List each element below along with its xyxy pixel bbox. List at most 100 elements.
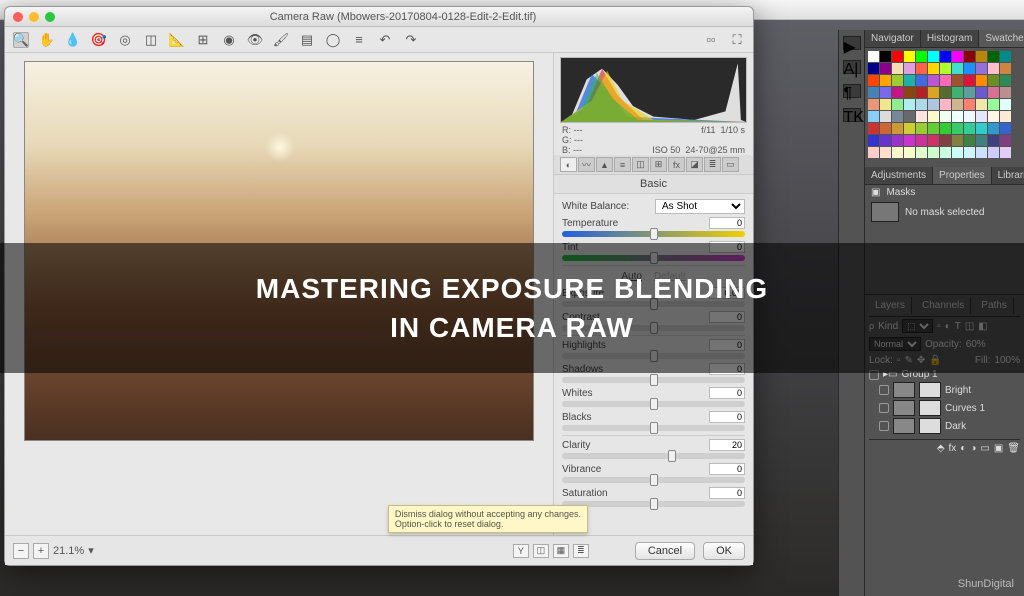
swatch[interactable] <box>1000 99 1011 110</box>
hand-tool-icon[interactable]: ✋ <box>39 32 55 48</box>
swatch[interactable] <box>940 111 951 122</box>
temperature-slider[interactable] <box>562 231 745 237</box>
swatch[interactable] <box>1000 51 1011 62</box>
swatch[interactable] <box>964 51 975 62</box>
swatch[interactable] <box>976 99 987 110</box>
presets-tab-icon[interactable]: ≣ <box>704 157 721 172</box>
tab-histogram[interactable]: Histogram <box>921 30 980 47</box>
adjustment-brush-tool-icon[interactable]: 🖌 <box>273 32 289 48</box>
curve-tab-icon[interactable]: 〰 <box>578 157 595 172</box>
preview-toggle-icon[interactable]: ▫▫ <box>703 32 719 48</box>
layer-new-icon[interactable]: ▣ <box>994 443 1003 454</box>
radial-filter-tool-icon[interactable]: ◯ <box>325 32 341 48</box>
swatch[interactable] <box>892 51 903 62</box>
hsl-tab-icon[interactable]: ≡ <box>614 157 631 172</box>
swatch[interactable] <box>892 99 903 110</box>
vibrance-value[interactable] <box>709 463 745 475</box>
swatch[interactable] <box>904 99 915 110</box>
basic-tab-icon[interactable]: ◐ <box>560 157 577 172</box>
swatch[interactable] <box>952 147 963 158</box>
swatch[interactable] <box>952 63 963 74</box>
swatch[interactable] <box>892 123 903 134</box>
collapsed-panel-icon[interactable]: TK <box>843 108 861 122</box>
view-split-icon[interactable]: ◫ <box>533 544 549 558</box>
swatch[interactable] <box>952 99 963 110</box>
swatch[interactable] <box>868 63 879 74</box>
swatch[interactable] <box>988 51 999 62</box>
swatch[interactable] <box>988 123 999 134</box>
zoom-in-button[interactable]: + <box>33 543 49 559</box>
white-balance-select[interactable]: As Shot <box>655 199 745 214</box>
swatch[interactable] <box>940 135 951 146</box>
targeted-adjust-tool-icon[interactable]: ◎ <box>117 32 133 48</box>
swatch[interactable] <box>892 111 903 122</box>
swatch[interactable] <box>916 99 927 110</box>
swatch[interactable] <box>1000 63 1011 74</box>
swatch[interactable] <box>916 87 927 98</box>
swatch[interactable] <box>928 63 939 74</box>
swatch[interactable] <box>928 147 939 158</box>
swatch[interactable] <box>928 87 939 98</box>
zoom-tool-icon[interactable]: 🔍 <box>13 32 29 48</box>
swatch[interactable] <box>904 111 915 122</box>
swatch[interactable] <box>940 87 951 98</box>
swatch[interactable] <box>1000 135 1011 146</box>
close-icon[interactable] <box>13 12 23 22</box>
swatch[interactable] <box>964 135 975 146</box>
swatch[interactable] <box>904 123 915 134</box>
blacks-slider[interactable] <box>562 425 745 431</box>
crop-tool-icon[interactable]: ◫ <box>143 32 159 48</box>
swatch[interactable] <box>868 75 879 86</box>
swatch[interactable] <box>868 51 879 62</box>
swatch[interactable] <box>868 135 879 146</box>
swatch[interactable] <box>892 75 903 86</box>
swatch[interactable] <box>940 63 951 74</box>
swatch[interactable] <box>976 87 987 98</box>
fx-tab-icon[interactable]: fx <box>668 157 685 172</box>
histogram[interactable] <box>560 57 747 123</box>
whites-slider[interactable] <box>562 401 745 407</box>
shadows-slider[interactable] <box>562 377 745 383</box>
swatch[interactable] <box>940 99 951 110</box>
swatch[interactable] <box>892 135 903 146</box>
tab-swatches[interactable]: Swatches <box>979 30 1024 47</box>
layer-row[interactable]: Bright <box>879 381 1020 399</box>
swatch[interactable] <box>904 63 915 74</box>
swatch[interactable] <box>952 135 963 146</box>
swatch[interactable] <box>964 147 975 158</box>
lens-tab-icon[interactable]: ⊞ <box>650 157 667 172</box>
visibility-icon[interactable] <box>879 403 889 413</box>
vibrance-slider[interactable] <box>562 477 745 483</box>
swatch[interactable] <box>904 75 915 86</box>
swatch[interactable] <box>988 75 999 86</box>
swatch[interactable] <box>916 111 927 122</box>
layer-group-icon[interactable]: ▭ <box>980 443 989 454</box>
swatch[interactable] <box>1000 111 1011 122</box>
swatch[interactable] <box>964 75 975 86</box>
swatch[interactable] <box>928 99 939 110</box>
swatch[interactable] <box>964 123 975 134</box>
swatch[interactable] <box>964 63 975 74</box>
straighten-tool-icon[interactable]: 📐 <box>169 32 185 48</box>
zoom-level[interactable]: 21.1% <box>53 545 84 557</box>
blacks-value[interactable] <box>709 411 745 423</box>
prefs-icon[interactable]: ≡ <box>351 32 367 48</box>
ok-button[interactable]: OK <box>703 542 745 560</box>
swatch[interactable] <box>928 135 939 146</box>
cancel-button[interactable]: Cancel <box>635 542 695 560</box>
fullscreen-icon[interactable]: ⛶ <box>729 32 745 48</box>
swatch[interactable] <box>1000 123 1011 134</box>
layer-trash-icon[interactable]: 🗑 <box>1007 443 1020 454</box>
swatch[interactable] <box>952 111 963 122</box>
swatch[interactable] <box>892 147 903 158</box>
snapshots-tab-icon[interactable]: ▭ <box>722 157 739 172</box>
graduated-filter-tool-icon[interactable]: ▤ <box>299 32 315 48</box>
swatch[interactable] <box>988 135 999 146</box>
detail-tab-icon[interactable]: ▲ <box>596 157 613 172</box>
visibility-icon[interactable] <box>879 421 889 431</box>
tab-properties[interactable]: Properties <box>933 167 992 184</box>
swatch[interactable] <box>868 111 879 122</box>
swatch[interactable] <box>1000 75 1011 86</box>
swatch[interactable] <box>940 123 951 134</box>
swatch[interactable] <box>988 147 999 158</box>
